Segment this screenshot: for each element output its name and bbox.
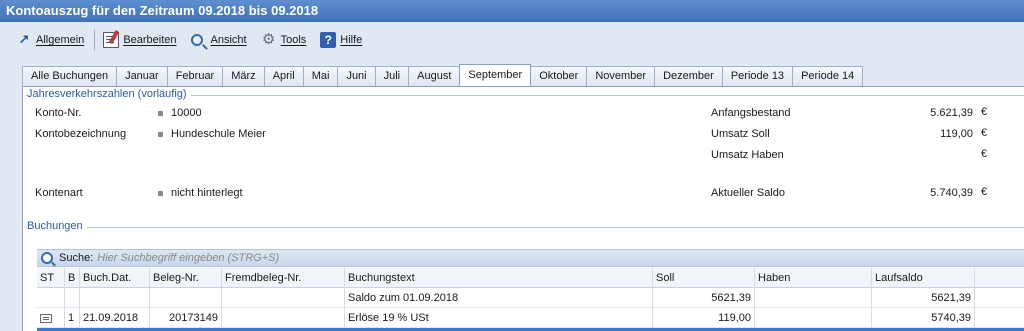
tab-juli[interactable]: Juli	[374, 66, 410, 86]
search-label: Suche:	[59, 252, 94, 264]
cell-st	[37, 288, 65, 308]
menu-bearbeiten[interactable]: Bearbeiten	[99, 29, 180, 51]
menu-tools[interactable]: ⚙ Tools	[257, 29, 311, 51]
search-bar[interactable]: Suche: Hier Suchbegriff eingeben (STRG+S…	[37, 249, 1024, 267]
tab-dezember[interactable]: Dezember	[654, 66, 723, 86]
konto-nr-label: Konto-Nr.	[35, 107, 82, 119]
cell-fremdbeleg-nr	[222, 288, 345, 308]
tab-september[interactable]: September	[459, 64, 532, 86]
gear-icon: ⚙	[261, 31, 276, 48]
menu-ansicht[interactable]: Ansicht	[187, 29, 251, 51]
col-header-fremdbeleg-nr[interactable]: Fremdbeleg-Nr.	[222, 268, 345, 288]
bullet-icon	[158, 191, 163, 196]
col-header-b[interactable]: B	[65, 268, 80, 288]
cell-b: 1	[65, 308, 80, 328]
edit-document-icon	[103, 32, 120, 48]
tab-januar[interactable]: Januar	[116, 66, 168, 86]
col-header-soll[interactable]: Soll	[653, 268, 755, 288]
summary-group-title: Jahresverkehrszahlen (vorläufig)	[27, 88, 191, 100]
kontenart-label: Kontenart	[35, 187, 83, 199]
cell-st	[37, 308, 65, 328]
kontobezeichnung-label: Kontobezeichnung	[35, 128, 127, 140]
col-header-beleg-nr[interactable]: Beleg-Nr.	[150, 268, 222, 288]
cell-haben	[755, 308, 872, 328]
umsatz-soll-value: 119,00	[940, 128, 973, 140]
anfangsbestand-label: Anfangsbestand	[711, 107, 791, 119]
bullet-icon	[158, 111, 163, 116]
cell-haben	[755, 288, 872, 308]
anfangsbestand-value: 5.621,39	[930, 107, 973, 119]
umsatz-soll-label: Umsatz Soll	[711, 128, 770, 140]
table-row[interactable]: 1 21.09.2018 20173149 Erlöse 19 % USt 11…	[37, 308, 1024, 328]
bookings-group-line	[26, 227, 1024, 228]
cell-buchungstext: Erlöse 19 % USt	[345, 308, 653, 328]
tab-juni[interactable]: Juni	[337, 66, 376, 86]
col-header-st[interactable]: ST	[37, 268, 65, 288]
cell-b	[65, 288, 80, 308]
arrow-icon: ↗	[18, 32, 30, 47]
search-icon	[41, 252, 53, 264]
kontobezeichnung-value: Hundeschule Meier	[171, 128, 266, 140]
cell-buchungstext: Saldo zum 01.09.2018	[345, 288, 653, 308]
cell-beleg-nr: 20173149	[150, 308, 222, 328]
toolbar: ↗ Allgemein Bearbeiten Ansicht ⚙ Tools ?…	[0, 24, 1024, 56]
bookings-group-title: Buchungen	[27, 220, 87, 232]
tab-april[interactable]: April	[263, 66, 304, 86]
search-input[interactable]: Hier Suchbegriff eingeben (STRG+S)	[97, 252, 279, 264]
bullet-icon	[158, 132, 163, 137]
kontenart-value: nicht hinterlegt	[171, 187, 243, 199]
month-tabs: Alle Buchungen Januar Februar März April…	[22, 64, 864, 86]
menu-tools-label: Tools	[280, 34, 307, 46]
view-magnifier-icon	[190, 34, 203, 46]
tab-content-panel: Jahresverkehrszahlen (vorläufig) Konto-N…	[22, 86, 1024, 331]
table-header: ST B Buch.Dat. Beleg-Nr. Fremdbeleg-Nr. …	[37, 268, 1024, 288]
menu-ansicht-label: Ansicht	[210, 34, 247, 46]
cell-soll: 119,00	[653, 308, 755, 328]
window-title: Kontoauszug für den Zeitraum 09.2018 bis…	[0, 0, 1024, 22]
cell-laufsaldo: 5740,39	[872, 308, 975, 328]
tab-maerz[interactable]: März	[222, 66, 265, 86]
col-header-buchungstext[interactable]: Buchungstext	[345, 268, 653, 288]
col-header-buchdat[interactable]: Buch.Dat.	[80, 268, 150, 288]
menu-allgemein[interactable]: ↗ Allgemein	[12, 29, 88, 51]
cell-soll: 5621,39	[653, 288, 755, 308]
cell-beleg-nr	[150, 288, 222, 308]
table-row[interactable]: Saldo zum 01.09.2018 5621,39 5621,39	[37, 288, 1024, 308]
tab-oktober[interactable]: Oktober	[530, 66, 588, 86]
tab-februar[interactable]: Februar	[166, 66, 224, 86]
help-icon: ?	[320, 32, 337, 48]
umsatz-haben-currency: €	[981, 148, 988, 160]
umsatz-soll-currency: €	[981, 127, 988, 139]
tab-mai[interactable]: Mai	[302, 66, 339, 86]
menu-hilfe-label: Hilfe	[340, 34, 363, 46]
tab-alle-buchungen[interactable]: Alle Buchungen	[22, 66, 118, 86]
umsatz-haben-label: Umsatz Haben	[711, 149, 784, 161]
tab-periode-13[interactable]: Periode 13	[721, 66, 794, 86]
cell-laufsaldo: 5621,39	[872, 288, 975, 308]
cell-buchdat: 21.09.2018	[80, 308, 150, 328]
konto-nr-value: 10000	[171, 107, 202, 119]
aktueller-saldo-value: 5.740,39	[930, 187, 973, 199]
tab-august[interactable]: August	[408, 66, 461, 86]
toolbar-separator	[94, 30, 96, 50]
aktueller-saldo-label: Aktueller Saldo	[711, 187, 785, 199]
anfangsbestand-currency: €	[981, 106, 988, 118]
menu-bearbeiten-label: Bearbeiten	[123, 34, 177, 46]
menu-hilfe[interactable]: ? Hilfe	[316, 29, 366, 51]
col-header-laufsaldo[interactable]: Laufsaldo	[872, 268, 975, 288]
col-header-haben[interactable]: Haben	[755, 268, 872, 288]
tab-periode-14[interactable]: Periode 14	[792, 66, 864, 86]
cell-buchdat	[80, 288, 150, 308]
cell-fremdbeleg-nr	[222, 308, 345, 328]
doc-icon[interactable]	[40, 313, 52, 323]
menu-allgemein-label: Allgemein	[36, 34, 85, 46]
aktueller-saldo-currency: €	[981, 186, 988, 198]
tab-november[interactable]: November	[586, 66, 656, 86]
